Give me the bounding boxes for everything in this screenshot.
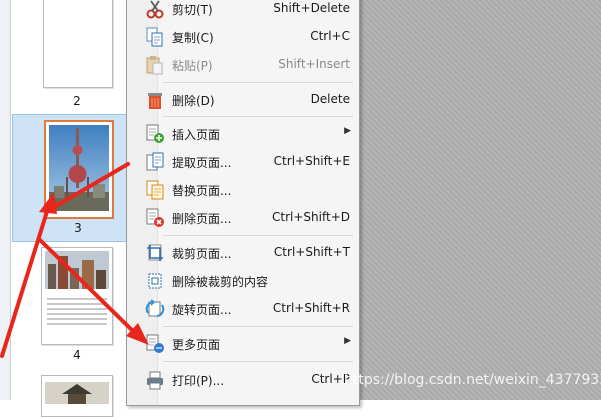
menu-shortcut: Shift+Delete: [273, 1, 350, 15]
city-photo: [45, 251, 109, 289]
rotate-page-icon: [145, 299, 165, 319]
menu-label: 提取页面...: [172, 156, 232, 170]
menu-label: 删除(D): [172, 94, 215, 108]
menu-label: 删除被裁剪的内容: [172, 275, 269, 289]
menu-item-more-pages[interactable]: 更多页面 ▶: [127, 332, 359, 356]
menu-label: 插入页面: [172, 128, 221, 142]
page-preview: [41, 375, 113, 417]
menu-label: 删除页面...: [172, 212, 232, 226]
page-number: 3: [74, 221, 82, 235]
menu-shortcut: Ctrl+Shift+T: [273, 245, 350, 259]
page-thumbnail-2[interactable]: 2: [0, 0, 132, 112]
replace-page-icon: [145, 180, 165, 200]
menu-item-insert-page[interactable]: 插入页面 ▶: [127, 122, 359, 146]
submenu-arrow-icon: ▶: [344, 126, 351, 136]
menu-separator: [163, 235, 353, 236]
menu-label: 打印(P)...: [172, 374, 225, 388]
menu-separator: [163, 82, 353, 83]
menu-item-remove-cropped[interactable]: 删除被裁剪的内容: [127, 269, 359, 293]
menu-label: 裁剪页面...: [172, 247, 232, 261]
crop-page-icon: [145, 243, 165, 263]
menu-separator: [163, 326, 353, 327]
menu-label: 旋转页面...: [172, 303, 232, 317]
delete-page-icon: [145, 208, 165, 228]
menu-item-replace-page[interactable]: 替换页面...: [127, 178, 359, 202]
context-menu: 剪切(T) Shift+Delete 复制(C) Ctrl+C 粘贴(P) Sh…: [126, 0, 360, 406]
insert-page-icon: [145, 124, 165, 144]
page-thumbnail-4[interactable]: 4: [0, 244, 132, 368]
menu-label: 粘贴(P): [172, 59, 213, 73]
menu-item-crop-page[interactable]: 裁剪页面... Ctrl+Shift+T: [127, 241, 359, 265]
printer-icon: [145, 370, 165, 390]
page-preview: [44, 120, 114, 219]
menu-label: 更多页面: [172, 338, 221, 352]
menu-item-delete-page[interactable]: 删除页面... Ctrl+Shift+D: [127, 206, 359, 230]
menu-label: 替换页面...: [172, 184, 232, 198]
menu-separator: [163, 116, 353, 117]
tower-photo: [49, 125, 109, 211]
page-thumbnails-panel: 2 3 4: [0, 0, 133, 417]
page-thumbnail-5[interactable]: [0, 372, 132, 417]
scissors-icon: [145, 0, 165, 19]
menu-shortcut: Shift+Insert: [278, 57, 350, 71]
extract-page-icon: [145, 152, 165, 172]
menu-shortcut: Ctrl+Shift+D: [272, 210, 350, 224]
page-preview: [43, 0, 113, 88]
watermark: https://blog.csdn.net/weixin_43779331: [344, 372, 601, 388]
copy-icon: [145, 27, 165, 47]
page-thumbnail-3-selected[interactable]: 3: [12, 114, 128, 242]
paste-icon: [145, 55, 165, 75]
more-pages-icon: [145, 334, 165, 354]
document-canvas[interactable]: [357, 0, 601, 400]
menu-separator: [163, 361, 353, 362]
menu-label: 剪切(T): [172, 3, 213, 17]
menu-shortcut: Ctrl+Shift+R: [272, 301, 350, 315]
menu-item-extract-page[interactable]: 提取页面... Ctrl+Shift+E: [127, 150, 359, 174]
menu-item-copy[interactable]: 复制(C) Ctrl+C: [127, 25, 359, 49]
menu-item-print[interactable]: 打印(P)... Ctrl+P: [127, 368, 359, 392]
menu-item-paste[interactable]: 粘贴(P) Shift+Insert: [127, 53, 359, 77]
trash-icon: [145, 90, 165, 110]
submenu-arrow-icon: ▶: [344, 336, 351, 346]
page-preview: [41, 247, 113, 345]
menu-shortcut: Ctrl+Shift+E: [273, 154, 350, 168]
menu-shortcut: Ctrl+C: [310, 29, 350, 43]
menu-item-rotate-page[interactable]: 旋转页面... Ctrl+Shift+R: [127, 297, 359, 321]
page-number: 2: [73, 94, 81, 108]
menu-item-delete[interactable]: 删除(D) Delete: [127, 88, 359, 112]
remove-cropped-icon: [145, 271, 165, 291]
text-preview: [42, 298, 112, 325]
menu-item-cut[interactable]: 剪切(T) Shift+Delete: [127, 0, 359, 21]
menu-label: 复制(C): [172, 31, 214, 45]
menu-shortcut: Delete: [310, 92, 350, 106]
page-number: 4: [73, 348, 81, 362]
